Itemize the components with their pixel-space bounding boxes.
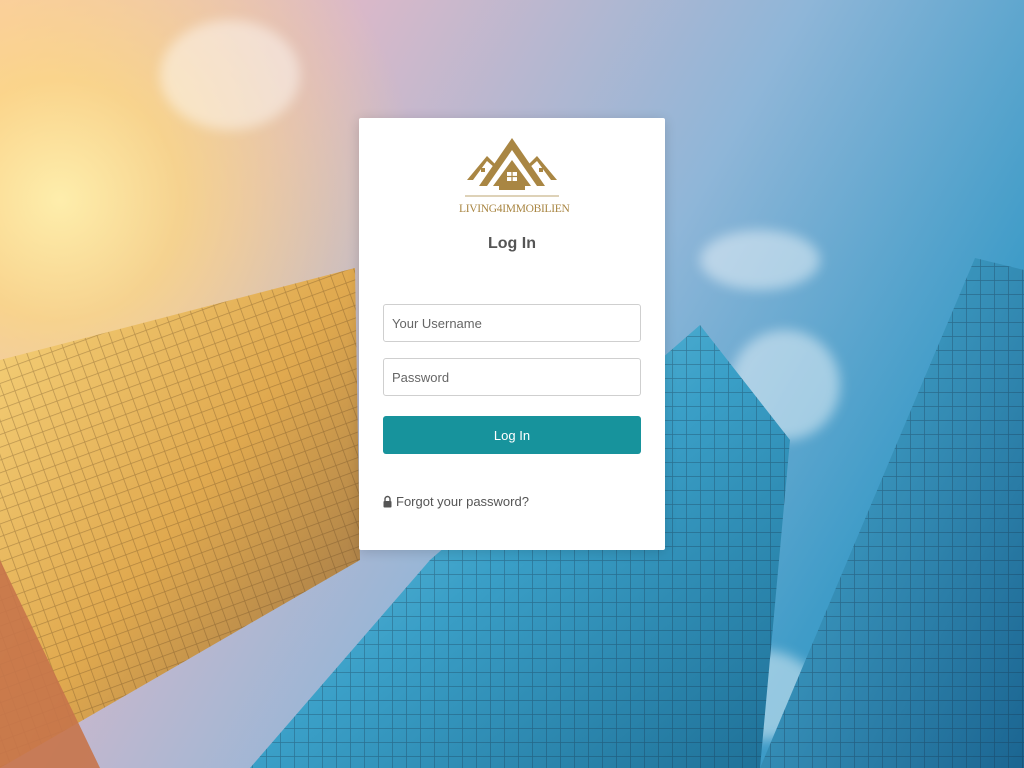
lock-icon: [383, 495, 392, 508]
login-button[interactable]: Log In: [383, 416, 641, 454]
username-input[interactable]: [383, 304, 641, 342]
brand-logo: LIVING4IMMOBILIEN: [459, 136, 570, 218]
login-card: LIVING4IMMOBILIEN Log In Log In Forgot y…: [359, 118, 665, 550]
brand-logo-text: LIVING4IMMOBILIEN: [459, 203, 570, 215]
forgot-password-label: Forgot your password?: [396, 494, 529, 509]
page-title: Log In: [488, 235, 536, 252]
house-logo-icon: [465, 138, 559, 197]
password-input[interactable]: [383, 358, 641, 396]
forgot-password-link[interactable]: Forgot your password?: [383, 494, 529, 509]
